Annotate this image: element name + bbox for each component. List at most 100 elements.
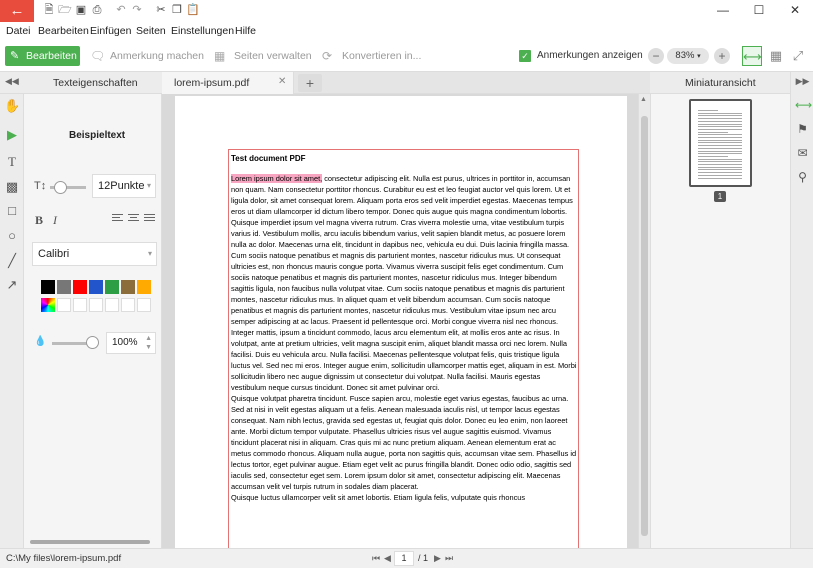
pencil-icon: ✎ (10, 50, 20, 62)
menu-einstellungen[interactable]: Einstellungen (171, 25, 234, 37)
text-tool-icon[interactable]: T (4, 154, 20, 170)
menu-datei[interactable]: Datei (6, 25, 31, 37)
italic-button[interactable]: I (53, 213, 57, 228)
new-tab-button[interactable]: + (298, 74, 322, 92)
empty-color-slot[interactable] (89, 298, 103, 312)
sample-text: Beispieltext (69, 130, 126, 141)
opacity-drop-icon: 💧 (34, 336, 47, 347)
document-tabs: lorem-ipsum.pdf ✕ + (162, 72, 650, 94)
paste-icon[interactable]: 📋 (186, 3, 200, 17)
convert-button[interactable]: ⟳ Konvertieren in... (322, 47, 422, 65)
ellipse-tool-icon[interactable]: ○ (4, 228, 20, 244)
prev-page-icon[interactable]: ◀ (384, 553, 391, 564)
hand-tool-icon[interactable]: ✋ (4, 98, 20, 114)
empty-color-slot[interactable] (57, 298, 71, 312)
color-swatch[interactable] (89, 280, 103, 294)
back-button[interactable]: ← (0, 0, 34, 22)
comments-icon[interactable]: ✉ (795, 146, 810, 161)
close-icon[interactable]: ✕ (777, 0, 813, 22)
zoom-select[interactable]: 83% ▾ (667, 48, 709, 64)
align-left-icon[interactable] (112, 214, 123, 224)
spinner-icon[interactable]: ▲ ▼ (145, 334, 152, 352)
maximize-icon[interactable]: ☐ (741, 0, 777, 22)
arrow-tool-icon[interactable]: ↗ (4, 277, 20, 293)
empty-color-slot[interactable] (121, 298, 135, 312)
fit-width-view-icon[interactable]: ⟷ (742, 46, 762, 66)
line-tool-icon[interactable]: ╱ (4, 253, 20, 269)
highlighted-text: Lorem ipsum dolor sit amet, (231, 174, 323, 183)
grid-view-icon[interactable]: ▦ (766, 46, 786, 66)
thumbnail-page-number: 1 (714, 191, 726, 202)
collapse-left-icon[interactable]: ◀◀ (5, 76, 19, 87)
page-thumbnail[interactable] (689, 99, 752, 187)
thumbnail-text-line (698, 158, 742, 160)
thumbnail-text-line (698, 131, 728, 133)
thumbnails-icon[interactable]: ⟷ (795, 98, 812, 113)
annotate-button[interactable]: 🗨 Anmerkung machen (90, 47, 205, 65)
opacity-input[interactable]: 100% ▲ ▼ (106, 332, 156, 354)
color-swatch[interactable] (57, 280, 71, 294)
cut-icon[interactable]: ✂ (154, 3, 168, 17)
color-swatch[interactable] (121, 280, 135, 294)
last-page-icon[interactable]: ⏭ (445, 553, 453, 564)
font-size-slider-handle[interactable] (54, 181, 67, 194)
menu-bearbeiten[interactable]: Bearbeiten (38, 25, 89, 37)
document-body[interactable]: Lorem ipsum dolor sit amet, consectetur … (231, 174, 577, 504)
panel-scrollbar[interactable] (30, 540, 150, 544)
fullscreen-icon[interactable]: ⤢ (788, 46, 808, 66)
paragraph-3: Quisque luctus ullamcorper velit sit ame… (231, 492, 526, 502)
empty-color-slot[interactable] (105, 298, 119, 312)
pdf-page: Test document PDF Lorem ipsum dolor sit … (175, 96, 627, 548)
zoom-in-button[interactable]: + (714, 48, 730, 64)
open-folder-icon[interactable]: 🗁 (58, 3, 72, 17)
page-number-input[interactable]: 1 (394, 551, 414, 566)
thumbnail-text-line (698, 155, 728, 157)
undo-icon[interactable]: ↶ (114, 3, 128, 17)
thumbnail-text-line (698, 110, 718, 111)
scrollbar-thumb[interactable] (641, 116, 648, 536)
menu-einfuegen[interactable]: Einfügen (90, 25, 131, 37)
opacity-slider-handle[interactable] (86, 336, 99, 349)
edit-button[interactable]: ✎ Bearbeiten (5, 46, 80, 66)
save-icon[interactable]: ▣ (74, 3, 88, 17)
show-annotations-checkbox[interactable]: ✓ (519, 50, 531, 62)
empty-color-slot[interactable] (73, 298, 87, 312)
select-tool-icon[interactable]: ▶ (4, 127, 20, 143)
zoom-out-button[interactable]: − (648, 48, 664, 64)
bookmark-icon[interactable]: ⚑ (795, 122, 810, 137)
first-page-icon[interactable]: ⏮ (372, 553, 380, 564)
search-icon[interactable]: ⚲ (795, 170, 810, 185)
new-file-icon[interactable]: 🗎 (42, 3, 56, 17)
scroll-up-icon[interactable]: ▲ (640, 96, 647, 103)
menu-seiten[interactable]: Seiten (136, 25, 166, 37)
next-page-icon[interactable]: ▶ (434, 553, 441, 564)
redo-icon[interactable]: ↷ (130, 3, 144, 17)
rectangle-tool-icon[interactable]: □ (4, 203, 20, 219)
minimize-icon[interactable]: — (705, 0, 741, 22)
align-justify-icon[interactable] (144, 214, 155, 224)
document-scrollbar[interactable]: ▲ (638, 94, 650, 548)
manage-pages-button[interactable]: ▦ Seiten verwalten (214, 47, 314, 65)
empty-color-slot[interactable] (137, 298, 151, 312)
page-total: / 1 (418, 553, 429, 563)
text-box[interactable]: Test document PDF Lorem ipsum dolor sit … (228, 149, 579, 548)
show-annotations-label: Anmerkungen anzeigen (537, 50, 643, 61)
menu-hilfe[interactable]: Hilfe (235, 25, 256, 37)
copy-icon[interactable]: ❐ (170, 3, 184, 17)
tab-lorem-ipsum[interactable]: lorem-ipsum.pdf ✕ (162, 72, 294, 94)
align-center-icon[interactable] (128, 214, 139, 224)
color-swatch[interactable] (105, 280, 119, 294)
close-tab-icon[interactable]: ✕ (278, 76, 286, 87)
color-swatch[interactable] (41, 280, 55, 294)
color-swatch[interactable] (73, 280, 87, 294)
chevron-down-icon: ▾ (147, 249, 152, 258)
collapse-right-icon[interactable]: ▶▶ (795, 74, 810, 89)
bold-button[interactable]: B (35, 213, 43, 228)
font-size-select[interactable]: 12Punkte ▾ (92, 174, 156, 198)
thumbnail-text-line (698, 112, 742, 114)
image-tool-icon[interactable]: ▩ (4, 179, 20, 195)
font-family-select[interactable]: Calibri ▾ (32, 242, 157, 266)
custom-color-picker-icon[interactable] (41, 298, 55, 312)
print-icon[interactable]: ⎙ (90, 3, 104, 17)
color-swatch[interactable] (137, 280, 151, 294)
